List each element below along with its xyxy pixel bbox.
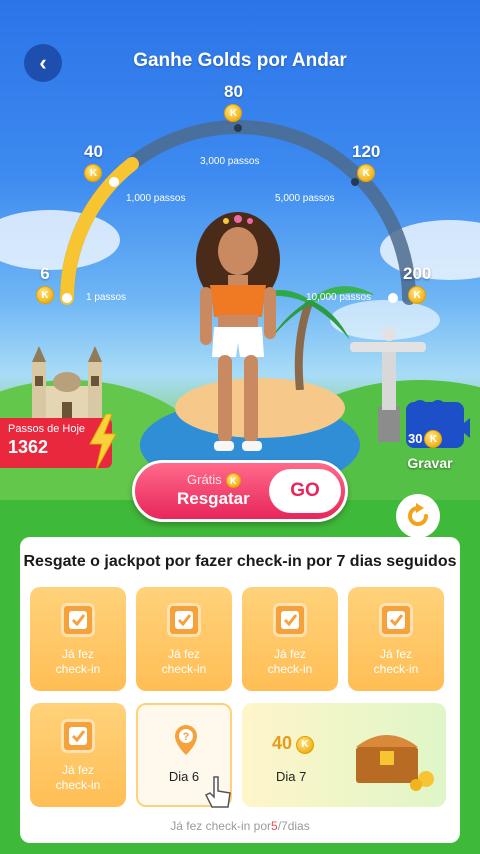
checkmark-icon xyxy=(379,603,413,637)
step-label: 1,000 passos xyxy=(126,193,186,204)
milestone-dot xyxy=(234,124,242,132)
coin-icon: K xyxy=(357,164,376,182)
church-icon xyxy=(32,346,102,422)
checkmark-icon xyxy=(167,603,201,637)
checkin-panel: Resgate o jackpot por fazer check-in por… xyxy=(20,537,460,843)
refresh-button[interactable] xyxy=(396,494,440,538)
checkin-day-6[interactable]: ? Dia 6 xyxy=(136,703,232,808)
go-button[interactable]: GO xyxy=(269,469,341,513)
video-coin-amount: 30 xyxy=(408,430,423,446)
reward-amount: 40 xyxy=(84,142,103,161)
reward-80: 80 K xyxy=(224,82,243,122)
checkmark-icon xyxy=(61,603,95,637)
coin-icon: K xyxy=(408,286,427,304)
checkin-done-label: Já fez check-in xyxy=(267,647,313,676)
checkin-done-label: Já fez check-in xyxy=(55,647,101,676)
checkin-day-7[interactable]: 40 K Dia 7 xyxy=(242,703,446,807)
checkin-day-5: Já fez check-in xyxy=(30,703,126,807)
day7-reward: 40 K xyxy=(272,733,315,754)
reward-40: 40 K xyxy=(84,142,103,182)
checkin-day-4: Já fez check-in xyxy=(348,587,444,691)
checkmark-icon xyxy=(273,603,307,637)
checkin-day-1: Já fez check-in xyxy=(30,587,126,691)
camera-lens-icon xyxy=(458,418,470,438)
reward-amount: 120 xyxy=(352,142,381,161)
progress-suffix: /7dias xyxy=(277,819,310,833)
coin-icon: K xyxy=(84,164,103,182)
milestone-dot xyxy=(62,293,72,303)
checkin-done-label: Já fez check-in xyxy=(161,647,207,676)
reel-icon xyxy=(412,400,446,416)
checkin-done-label: Já fez check-in xyxy=(55,763,101,792)
lightning-icon xyxy=(89,414,117,470)
step-label: 5,000 passos xyxy=(275,193,335,204)
checkin-title: Resgate o jackpot por fazer check-in por… xyxy=(23,553,457,570)
claim-bar[interactable]: Grátis K Resgatar GO xyxy=(132,460,348,522)
day7-reward-amount: 40 xyxy=(272,733,293,753)
reward-amount: 80 xyxy=(224,82,243,101)
milestone-dot xyxy=(388,293,398,303)
tap-hand-icon xyxy=(204,776,231,808)
reward-amount: 6 xyxy=(40,264,50,283)
question-pin-icon: ? xyxy=(175,725,197,755)
reward-6: 6 K xyxy=(36,264,54,304)
coin-icon: K xyxy=(224,104,243,122)
checkin-day-3: Já fez check-in xyxy=(242,587,338,691)
step-label: 3,000 passos xyxy=(200,156,260,167)
checkin-progress: Já fez check-in por5/7dias xyxy=(20,819,460,833)
coin-icon: K xyxy=(424,430,443,448)
free-label: Grátis xyxy=(187,472,222,487)
svg-text:?: ? xyxy=(183,731,190,743)
day7-label: Dia 7 xyxy=(276,769,307,784)
progress-prefix: Já fez check-in por xyxy=(170,819,271,833)
claim-label: Resgatar xyxy=(177,489,250,508)
milestone-dot xyxy=(109,177,119,187)
coin-icon: K xyxy=(225,473,241,488)
coin-icon: K xyxy=(296,735,315,754)
refresh-icon xyxy=(408,503,428,526)
reward-120: 120 K xyxy=(352,142,380,182)
progress-current: 5 xyxy=(271,819,278,833)
checkmark-icon xyxy=(61,719,95,753)
free-label-row: Grátis K xyxy=(187,471,241,488)
video-coins: 30 K xyxy=(408,428,443,448)
checkin-day-2: Já fez check-in xyxy=(136,587,232,691)
reward-amount: 200 xyxy=(403,264,432,283)
coin-icon: K xyxy=(36,286,54,304)
checkin-done-label: Já fez check-in xyxy=(373,647,419,676)
step-label: 10,000 passos xyxy=(306,292,372,303)
reward-200: 200 K xyxy=(403,264,431,304)
step-label: 1 passos xyxy=(86,292,127,303)
page-title: Ganhe Golds por Andar xyxy=(133,50,347,71)
video-label: Gravar xyxy=(407,455,453,471)
treasure-chest-icon xyxy=(356,735,434,791)
